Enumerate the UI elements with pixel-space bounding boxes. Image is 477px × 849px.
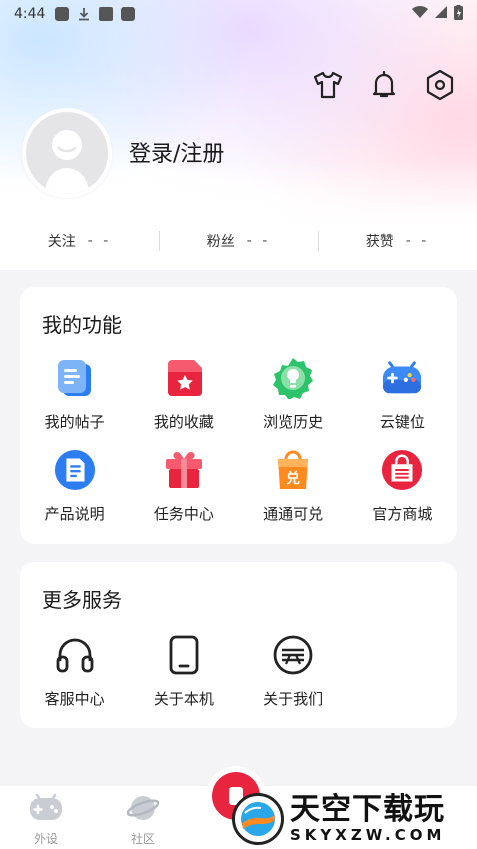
menu-item-cloud-keymap[interactable]: 云键位 [348,357,457,449]
menu-item-label: 产品说明 [44,505,105,523]
redeem-icon: 兑 [272,449,314,491]
default-user-icon [45,130,89,194]
menu-item-my-posts[interactable]: 我的帖子 [20,357,129,449]
svg-text:兑: 兑 [286,470,300,487]
section-title: 更多服务 [42,588,122,612]
menu-item-label: 任务中心 [153,505,214,523]
stat-fans[interactable]: 粉丝 - - [159,222,318,260]
gamepad-icon [29,793,63,826]
settings-button[interactable] [423,69,457,105]
notification-dot-icon [121,7,136,21]
status-bar: 4:44 [0,0,477,28]
history-icon [272,357,314,399]
menu-item-product-manual[interactable]: 产品说明 [20,449,129,541]
store-icon [381,449,423,491]
avatar[interactable] [22,108,112,198]
watermark-logo-icon [232,793,284,845]
menu-item-label: 我的收藏 [153,413,214,431]
tab-label: 外设 [33,832,58,846]
cloud-keymap-icon [381,357,423,399]
wifi-icon [412,5,428,23]
menu-item-redeem[interactable]: 兑 通通可兑 [239,449,348,541]
menu-item-customer-service[interactable]: 客服中心 [20,634,129,726]
my-functions-card: 我的功能 我的帖子 我的收藏 浏览历史 云键位 产品说明 任务中心 兑 通通可兑… [20,287,457,544]
header-actions [311,69,457,105]
menu-item-label: 官方商城 [372,505,433,523]
signal-icon [434,5,448,23]
menu-item-label: 关于我们 [263,690,324,708]
stat-label: 关注 [47,234,76,250]
status-time: 4:44 [14,6,46,22]
menu-item-about-device[interactable]: 关于本机 [129,634,238,726]
stat-following[interactable]: 关注 - - [0,222,159,260]
menu-item-label: 关于本机 [153,690,214,708]
skin-button[interactable] [311,70,345,104]
more-services-card: 更多服务 客服中心 关于本机 关于我们 [20,562,457,728]
stat-label: 粉丝 [206,234,235,250]
stat-value: - - [405,233,430,249]
posts-icon [54,357,96,399]
menu-item-label: 通通可兑 [263,505,324,523]
app-a-icon [99,7,114,21]
menu-item-label: 客服中心 [44,690,105,708]
tab-community[interactable]: 社区 [113,794,173,847]
watermark-en-text: SKYXZW.COM [290,826,446,844]
login-register-link[interactable]: 登录/注册 [129,136,224,168]
profile-stats: 关注 - - 粉丝 - - 获赞 - - [0,222,477,260]
stat-value: - - [246,233,271,249]
gift-icon [163,449,205,491]
tab-peripherals[interactable]: 外设 [16,793,76,847]
about-icon [272,634,314,676]
menu-item-label: 浏览历史 [263,413,324,431]
notification-square-icon [55,7,70,21]
manual-icon [54,449,96,491]
battery-icon [454,4,463,24]
section-title: 我的功能 [42,313,122,337]
favorites-icon [163,357,205,399]
menu-item-official-store[interactable]: 官方商城 [348,449,457,541]
phone-icon [163,634,205,676]
menu-item-label: 我的帖子 [44,413,105,431]
menu-item-browse-history[interactable]: 浏览历史 [239,357,348,449]
settings-hexagon-icon [425,69,455,105]
menu-item-my-favorites[interactable]: 我的收藏 [129,357,238,449]
planet-icon [126,794,160,826]
menu-item-task-center[interactable]: 任务中心 [129,449,238,541]
watermark: 天空下载玩 SKYXZW.COM [232,790,477,848]
stat-label: 获赞 [365,234,394,250]
tshirt-icon [312,71,344,103]
watermark-cn-text: 天空下载玩 [290,792,445,827]
download-icon [77,7,91,21]
stat-value: - - [87,233,112,249]
tab-label: 社区 [130,832,155,846]
stat-likes[interactable]: 获赞 - - [318,222,477,260]
menu-item-label: 云键位 [379,413,425,431]
notifications-button[interactable] [367,70,401,104]
headset-icon [54,634,96,676]
bell-icon [370,70,398,104]
menu-item-about-us[interactable]: 关于我们 [239,634,348,726]
